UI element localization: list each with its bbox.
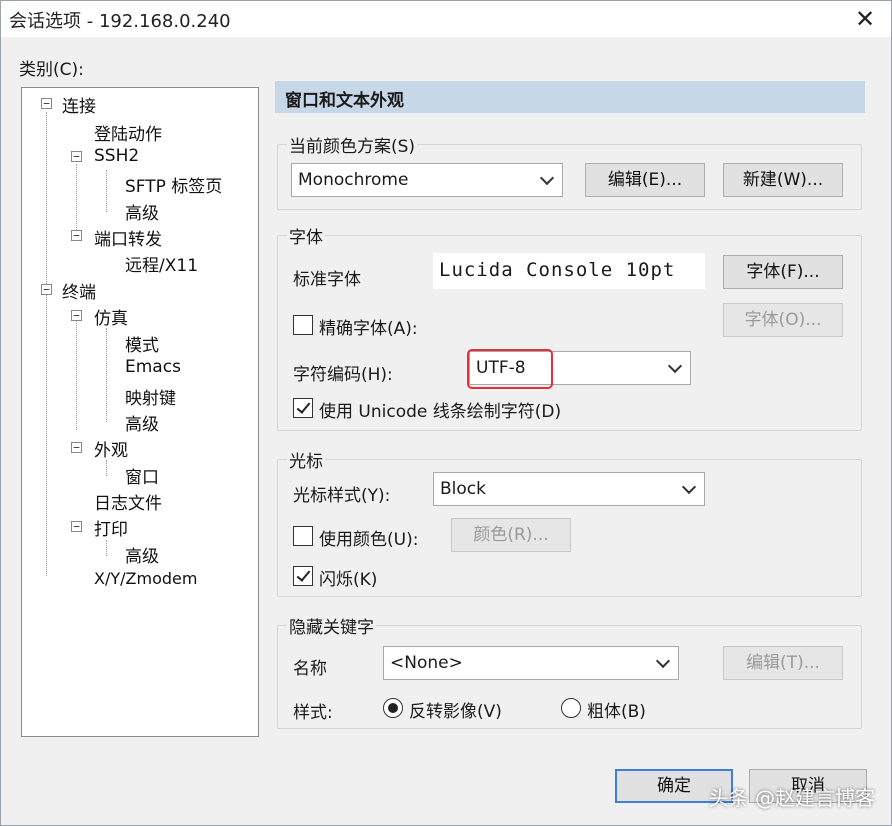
use-color-checkbox[interactable]	[293, 526, 313, 546]
tree-connector	[46, 294, 47, 576]
standard-font-label: 标准字体	[293, 270, 361, 290]
collapse-icon[interactable]: −	[71, 521, 82, 532]
panel-title: 窗口和文本外观	[275, 81, 865, 113]
tree-item-emulation-advanced[interactable]: 高级	[125, 410, 159, 435]
tree-item-modes[interactable]: 模式	[125, 331, 159, 356]
precise-font-button[interactable]: 字体(O)...	[723, 303, 843, 337]
color-scheme-select[interactable]: Monochrome	[291, 163, 563, 197]
blink-label: 闪烁(K)	[319, 570, 378, 590]
tree-item-window[interactable]: 窗口	[125, 463, 159, 488]
cursor-style-label: 光标样式(Y):	[293, 486, 391, 506]
color-scheme-title: 当前颜色方案(S)	[287, 132, 418, 157]
new-color-scheme-button[interactable]: 新建(W)...	[723, 163, 843, 197]
keyword-style-label: 样式:	[293, 703, 333, 723]
chevron-down-icon	[655, 653, 671, 669]
encoding-highlight	[467, 349, 553, 389]
precise-font-label: 精确字体(A):	[319, 319, 418, 339]
cursor-style-select[interactable]: Block	[433, 472, 705, 506]
tree-item-login-actions[interactable]: 登陆动作	[94, 120, 162, 145]
tree-item-mapped-keys[interactable]: 映射键	[125, 384, 176, 409]
bold-label: 粗体(B)	[587, 702, 646, 722]
unicode-line-drawing-label: 使用 Unicode 线条绘制字符(D)	[319, 402, 562, 422]
session-options-dialog: 会话选项 - 192.168.0.240 ✕ 类别(C): − 连接 登陆动作 …	[0, 0, 892, 826]
cursor-color-button[interactable]: 颜色(R)...	[451, 518, 571, 552]
tree-item-log-file[interactable]: 日志文件	[94, 489, 162, 514]
tree-connector	[76, 164, 77, 236]
tree-item-appearance[interactable]: 外观	[94, 436, 128, 461]
close-icon[interactable]: ✕	[851, 5, 879, 33]
tree-item-ssh2-advanced[interactable]: 高级	[125, 199, 159, 224]
tree-connector	[106, 460, 107, 476]
blink-checkbox[interactable]	[293, 566, 313, 586]
collapse-icon[interactable]: −	[71, 442, 82, 453]
tree-connector	[106, 540, 107, 556]
encoding-label: 字符编码(H):	[293, 365, 393, 385]
tree-item-remote-x11[interactable]: 远程/X11	[125, 251, 198, 276]
category-tree[interactable]: − 连接 登陆动作 − SSH2 SFTP 标签页 高级 − 端口转发 远程/X…	[21, 87, 259, 737]
edit-color-scheme-button[interactable]: 编辑(E)...	[585, 163, 705, 197]
bold-radio[interactable]	[561, 698, 581, 718]
keyword-name-label: 名称	[293, 659, 327, 679]
tree-item-printing-advanced[interactable]: 高级	[125, 542, 159, 567]
color-scheme-value: Monochrome	[298, 170, 409, 190]
collapse-icon[interactable]: −	[71, 310, 82, 321]
keyword-name-value: <None>	[390, 653, 463, 673]
use-color-label: 使用颜色(U):	[319, 530, 419, 550]
tree-item-terminal[interactable]: 终端	[62, 278, 96, 303]
tree-item-connection[interactable]: 连接	[62, 92, 96, 117]
tree-item-printing[interactable]: 打印	[94, 515, 128, 540]
collapse-icon[interactable]: −	[41, 98, 52, 109]
keyword-name-select[interactable]: <None>	[383, 646, 679, 680]
collapse-icon[interactable]: −	[41, 284, 52, 295]
tree-connector	[46, 112, 47, 288]
tree-item-emacs[interactable]: Emacs	[125, 357, 181, 377]
collapse-icon[interactable]: −	[71, 151, 82, 162]
tree-connector	[76, 320, 77, 430]
tree-item-ssh2[interactable]: SSH2	[94, 146, 139, 166]
cursor-group-title: 光标	[287, 447, 325, 472]
precise-font-checkbox[interactable]	[293, 315, 313, 335]
watermark: 头条 @赵建言博客	[708, 786, 875, 810]
collapse-icon[interactable]: −	[71, 230, 82, 241]
tree-connector	[106, 170, 107, 212]
font-button[interactable]: 字体(F)...	[723, 255, 843, 289]
unicode-line-drawing-checkbox[interactable]	[293, 398, 313, 418]
chevron-down-icon	[667, 358, 683, 374]
tree-item-emulation[interactable]: 仿真	[94, 304, 128, 329]
font-group-title: 字体	[287, 223, 325, 248]
window-title: 会话选项 - 192.168.0.240	[9, 11, 231, 32]
standard-font-preview: Lucida Console 10pt	[433, 253, 705, 289]
cursor-style-value: Block	[440, 479, 486, 499]
chevron-down-icon	[681, 479, 697, 495]
keywords-group-title: 隐藏关键字	[287, 613, 376, 638]
tree-item-sftp-tab[interactable]: SFTP 标签页	[125, 172, 222, 197]
tree-item-zmodem[interactable]: X/Y/Zmodem	[94, 569, 197, 588]
title-bar: 会话选项 - 192.168.0.240 ✕	[1, 1, 891, 37]
reverse-video-label: 反转影像(V)	[409, 702, 502, 722]
tree-item-port-forwarding[interactable]: 端口转发	[94, 225, 162, 250]
chevron-down-icon	[539, 170, 555, 186]
tree-connector	[106, 328, 107, 422]
category-label: 类别(C):	[19, 60, 84, 80]
keyword-edit-button[interactable]: 编辑(T)...	[723, 646, 843, 680]
reverse-video-radio[interactable]	[383, 698, 403, 718]
